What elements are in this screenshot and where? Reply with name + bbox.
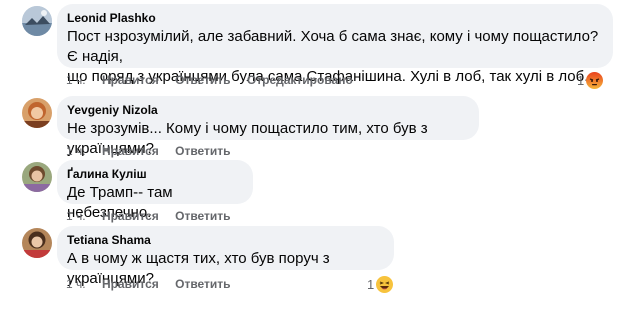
reply-button[interactable]: Ответить bbox=[175, 144, 230, 158]
reaction-summary[interactable]: 1 bbox=[367, 276, 394, 293]
comment-author[interactable]: Leonid Plashko bbox=[67, 10, 601, 26]
comment-bubble: Tetiana Shama А в чому ж щастя тих, хто … bbox=[57, 226, 394, 287]
comment-time[interactable]: 1 ч. bbox=[66, 73, 86, 87]
comment-actions: 1 ч. Нравится Ответить bbox=[66, 143, 244, 159]
comment-actions: 1 ч. Нравится Ответить bbox=[66, 276, 244, 292]
avatar-image bbox=[22, 6, 52, 36]
avatar[interactable] bbox=[22, 228, 52, 258]
like-button[interactable]: Нравится bbox=[102, 277, 159, 291]
reaction-count: 1 bbox=[577, 72, 585, 88]
laughing-emoji-icon bbox=[376, 276, 394, 293]
avatar[interactable] bbox=[22, 162, 52, 192]
comment-actions: 1 ч. Нравится Ответить Отредактировано bbox=[66, 72, 366, 88]
comment-author[interactable]: Tetiana Shama bbox=[67, 232, 382, 248]
avatar-image bbox=[22, 162, 52, 192]
comment-actions: 1 ч. Нравится Ответить bbox=[66, 208, 244, 224]
comment-author[interactable]: Ґалина Куліш bbox=[67, 166, 241, 182]
comment-time[interactable]: 1 ч. bbox=[66, 144, 86, 158]
comment-bubble: Leonid Plashko Пост нзрозумілий, але заб… bbox=[57, 4, 613, 85]
reply-button[interactable]: Ответить bbox=[175, 209, 230, 223]
avatar-image bbox=[22, 228, 52, 258]
avatar[interactable] bbox=[22, 6, 52, 36]
angry-emoji-icon bbox=[586, 72, 604, 89]
comment-text-line: Пост нзрозумілий, але забавний. Хоча б с… bbox=[67, 28, 599, 65]
comment-bubble: Ґалина Куліш Де Трамп-- там небезпечно. bbox=[57, 160, 253, 221]
like-button[interactable]: Нравится bbox=[102, 73, 159, 87]
comment-author[interactable]: Yevgeniy Nizola bbox=[67, 102, 467, 118]
comment-time[interactable]: 1 ч. bbox=[66, 277, 86, 291]
reply-button[interactable]: Ответить bbox=[175, 277, 230, 291]
comment-time[interactable]: 1 ч. bbox=[66, 209, 86, 223]
reply-button[interactable]: Ответить bbox=[175, 73, 230, 87]
comment-bubble: Yevgeniy Nizola Не зрозумів... Кому і чо… bbox=[57, 96, 479, 157]
like-button[interactable]: Нравится bbox=[102, 144, 159, 158]
avatar[interactable] bbox=[22, 98, 52, 128]
avatar-image bbox=[22, 98, 52, 128]
reaction-summary[interactable]: 1 bbox=[577, 72, 604, 89]
edited-label[interactable]: Отредактировано bbox=[247, 73, 353, 87]
reaction-count: 1 bbox=[367, 276, 375, 292]
like-button[interactable]: Нравится bbox=[102, 209, 159, 223]
